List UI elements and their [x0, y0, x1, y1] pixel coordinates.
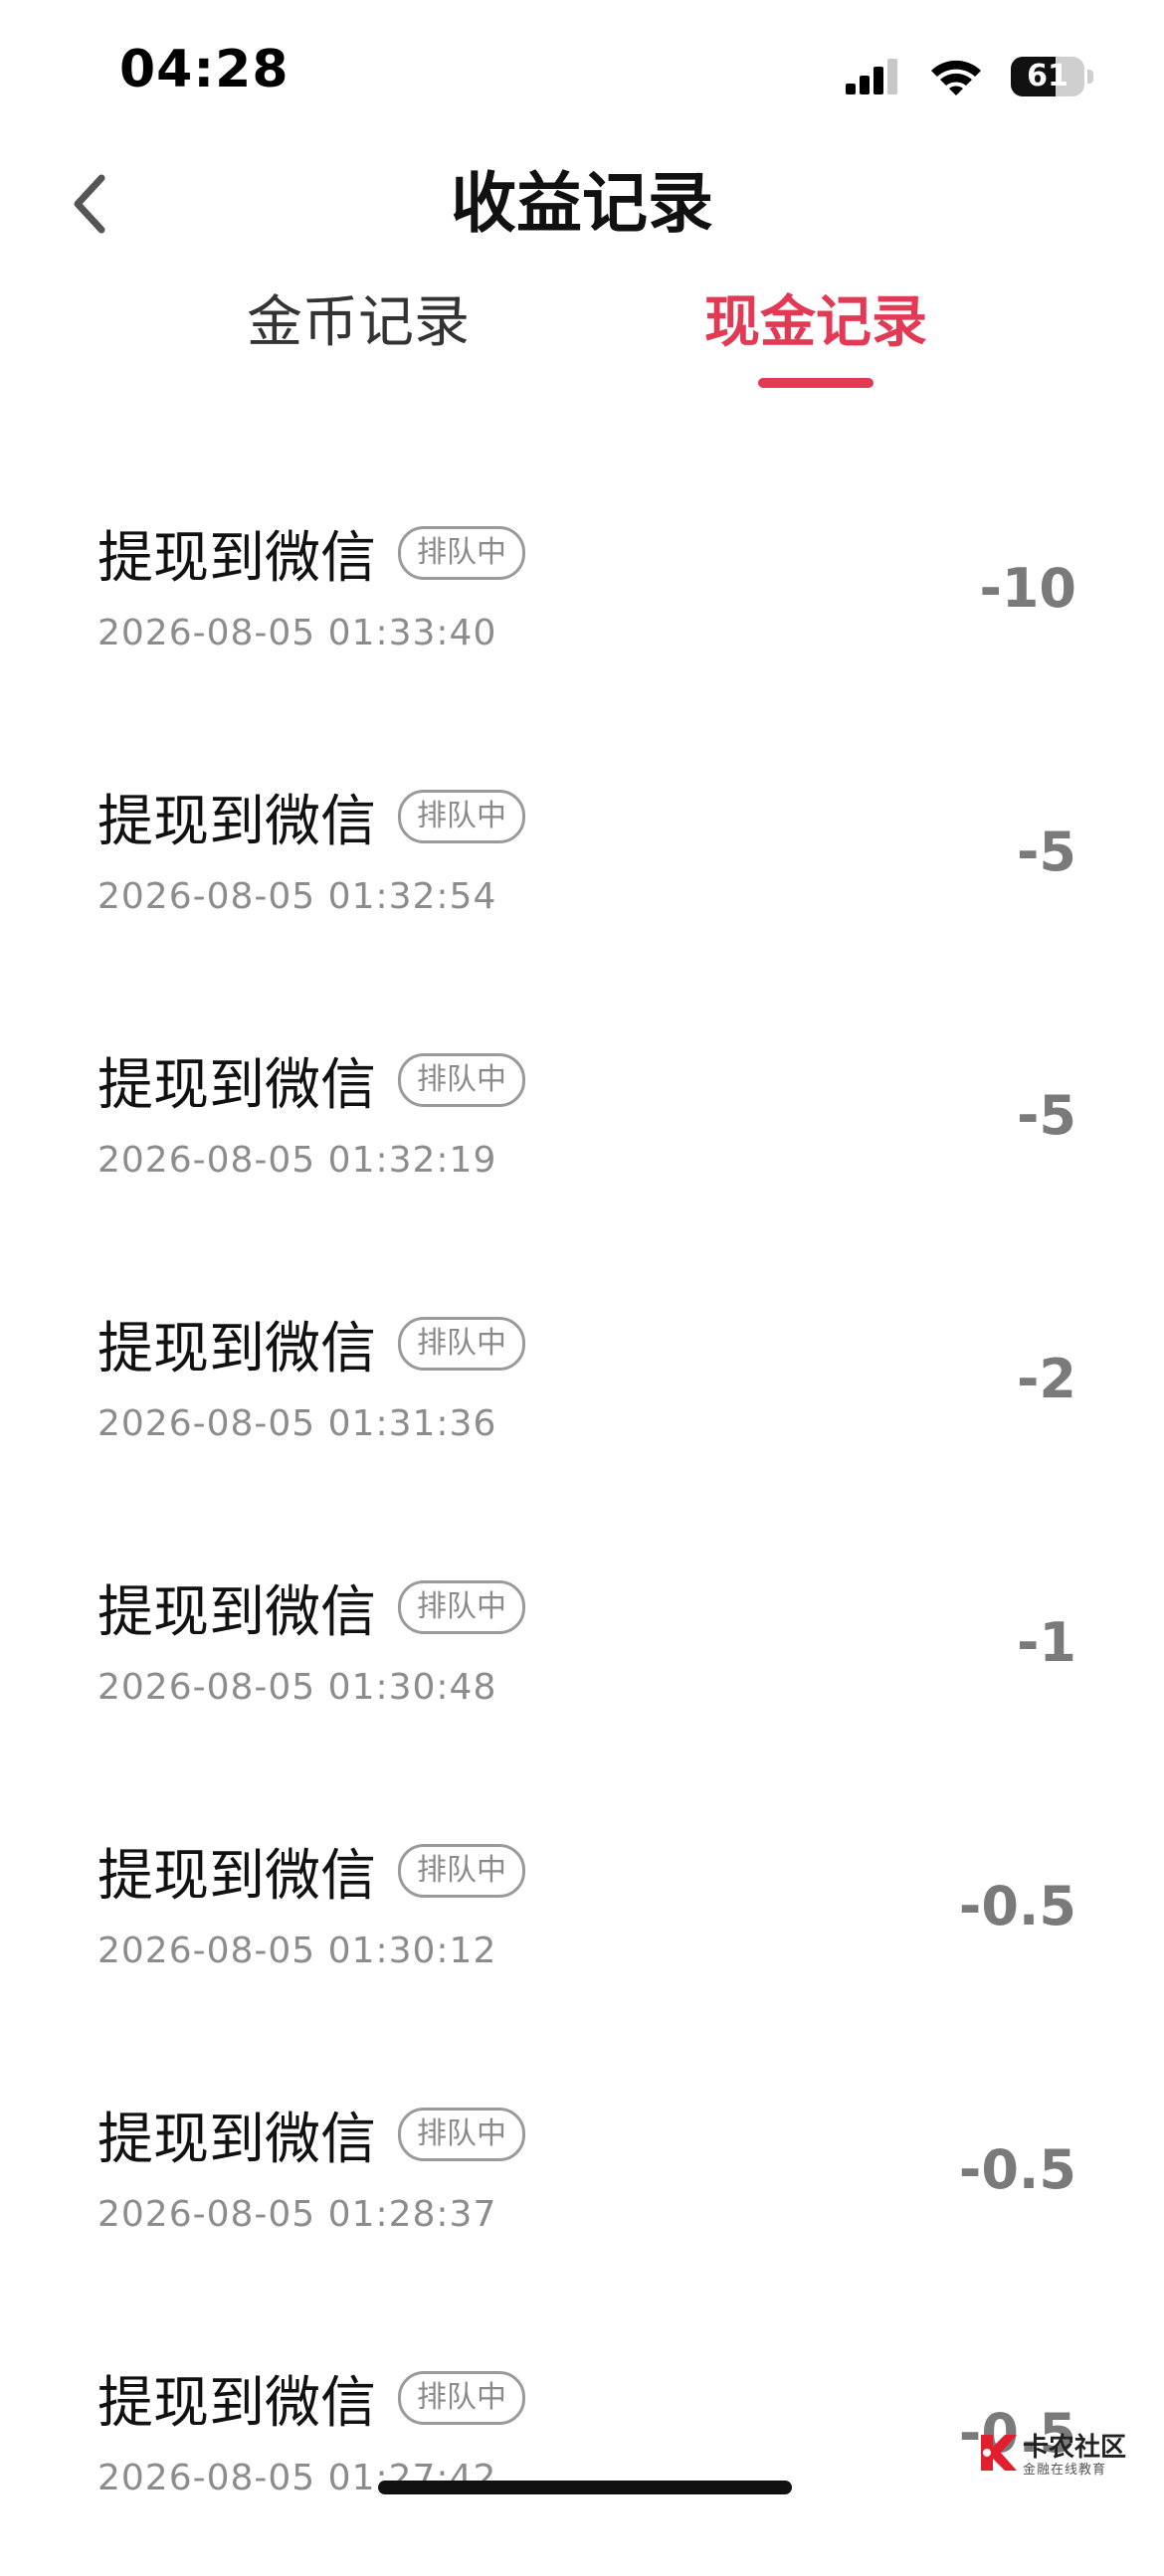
list-item: 提现到微信 排队中 2026-08-05 01:32:54 -5: [0, 731, 1164, 995]
record-time: 2026-08-05 01:31:36: [97, 1403, 497, 1444]
list-item: 提现到微信 排队中 2026-08-05 01:30:12 -0.5: [0, 1785, 1164, 2049]
status-badge: 排队中: [398, 790, 525, 843]
status-bar: 04:28 61: [0, 0, 1164, 149]
record-time: 2026-08-05 01:33:40: [97, 613, 497, 653]
list-item: 提现到微信 排队中 2026-08-05 01:33:40 -10: [0, 467, 1164, 731]
back-button[interactable]: [40, 149, 139, 259]
nav-bar: 收益记录: [0, 149, 1164, 269]
record-title: 提现到微信: [97, 2107, 376, 2172]
status-badge: 排队中: [398, 1317, 525, 1371]
battery-percentage: 61: [1027, 59, 1068, 93]
record-title: 提现到微信: [97, 1052, 376, 1118]
record-title: 提现到微信: [97, 1316, 376, 1381]
watermark-tagline: 金融在线教育: [1023, 2463, 1107, 2478]
record-title: 提现到微信: [97, 525, 376, 591]
list-item: 提现到微信 排队中 2026-08-05 01:30:48 -1: [0, 1522, 1164, 1785]
record-time: 2026-08-05 01:28:37: [97, 2194, 497, 2235]
home-indicator[interactable]: [378, 2481, 792, 2494]
watermark: 卡农社区 金融在线教育: [975, 2427, 1126, 2481]
status-badge: 排队中: [398, 1580, 525, 1634]
cellular-signal-icon: [846, 59, 897, 94]
tab-coin-records[interactable]: 金币记录: [179, 269, 537, 378]
status-time: 04:28: [119, 40, 290, 99]
status-badge: 排队中: [398, 526, 525, 580]
chevron-left-icon: [74, 174, 105, 234]
record-time: 2026-08-05 01:32:54: [97, 876, 497, 917]
tab-cash-records[interactable]: 现金记录: [637, 269, 995, 378]
active-tab-indicator: [758, 378, 873, 388]
battery-icon: 61: [1011, 57, 1094, 96]
wifi-icon: [931, 60, 981, 95]
status-badge: 排队中: [398, 1053, 525, 1107]
record-amount: -5: [1017, 1084, 1076, 1147]
record-time: 2026-08-05 01:30:12: [97, 1931, 497, 1971]
status-indicators: 61: [844, 52, 1094, 101]
record-title: 提现到微信: [97, 2370, 376, 2436]
status-badge: 排队中: [398, 1844, 525, 1898]
record-amount: -0.5: [958, 1875, 1076, 1937]
record-amount: -1: [1017, 1611, 1076, 1674]
page-title: 收益记录: [451, 165, 713, 242]
record-list: 提现到微信 排队中 2026-08-05 01:33:40 -10 提现到微信 …: [0, 467, 1164, 2576]
record-title: 提现到微信: [97, 789, 376, 854]
kanong-logo-icon: [981, 2435, 1017, 2471]
record-amount: -10: [979, 557, 1076, 620]
record-amount: -0.5: [958, 2138, 1076, 2201]
record-amount: -2: [1017, 1348, 1076, 1410]
list-item: 提现到微信 排队中 2026-08-05 01:32:19 -5: [0, 995, 1164, 1258]
status-badge: 排队中: [398, 2371, 525, 2425]
record-time: 2026-08-05 01:32:19: [97, 1140, 497, 1181]
record-tabs: 金币记录 现金记录: [0, 269, 1164, 398]
status-badge: 排队中: [398, 2108, 525, 2161]
record-title: 提现到微信: [97, 1843, 376, 1909]
record-amount: -5: [1017, 821, 1076, 883]
record-title: 提现到微信: [97, 1579, 376, 1645]
list-item: 提现到微信 排队中 2026-08-05 01:28:37 -0.5: [0, 2049, 1164, 2312]
record-time: 2026-08-05 01:30:48: [97, 1667, 497, 1708]
list-item: 提现到微信 排队中 2026-08-05 01:31:36 -2: [0, 1258, 1164, 1522]
